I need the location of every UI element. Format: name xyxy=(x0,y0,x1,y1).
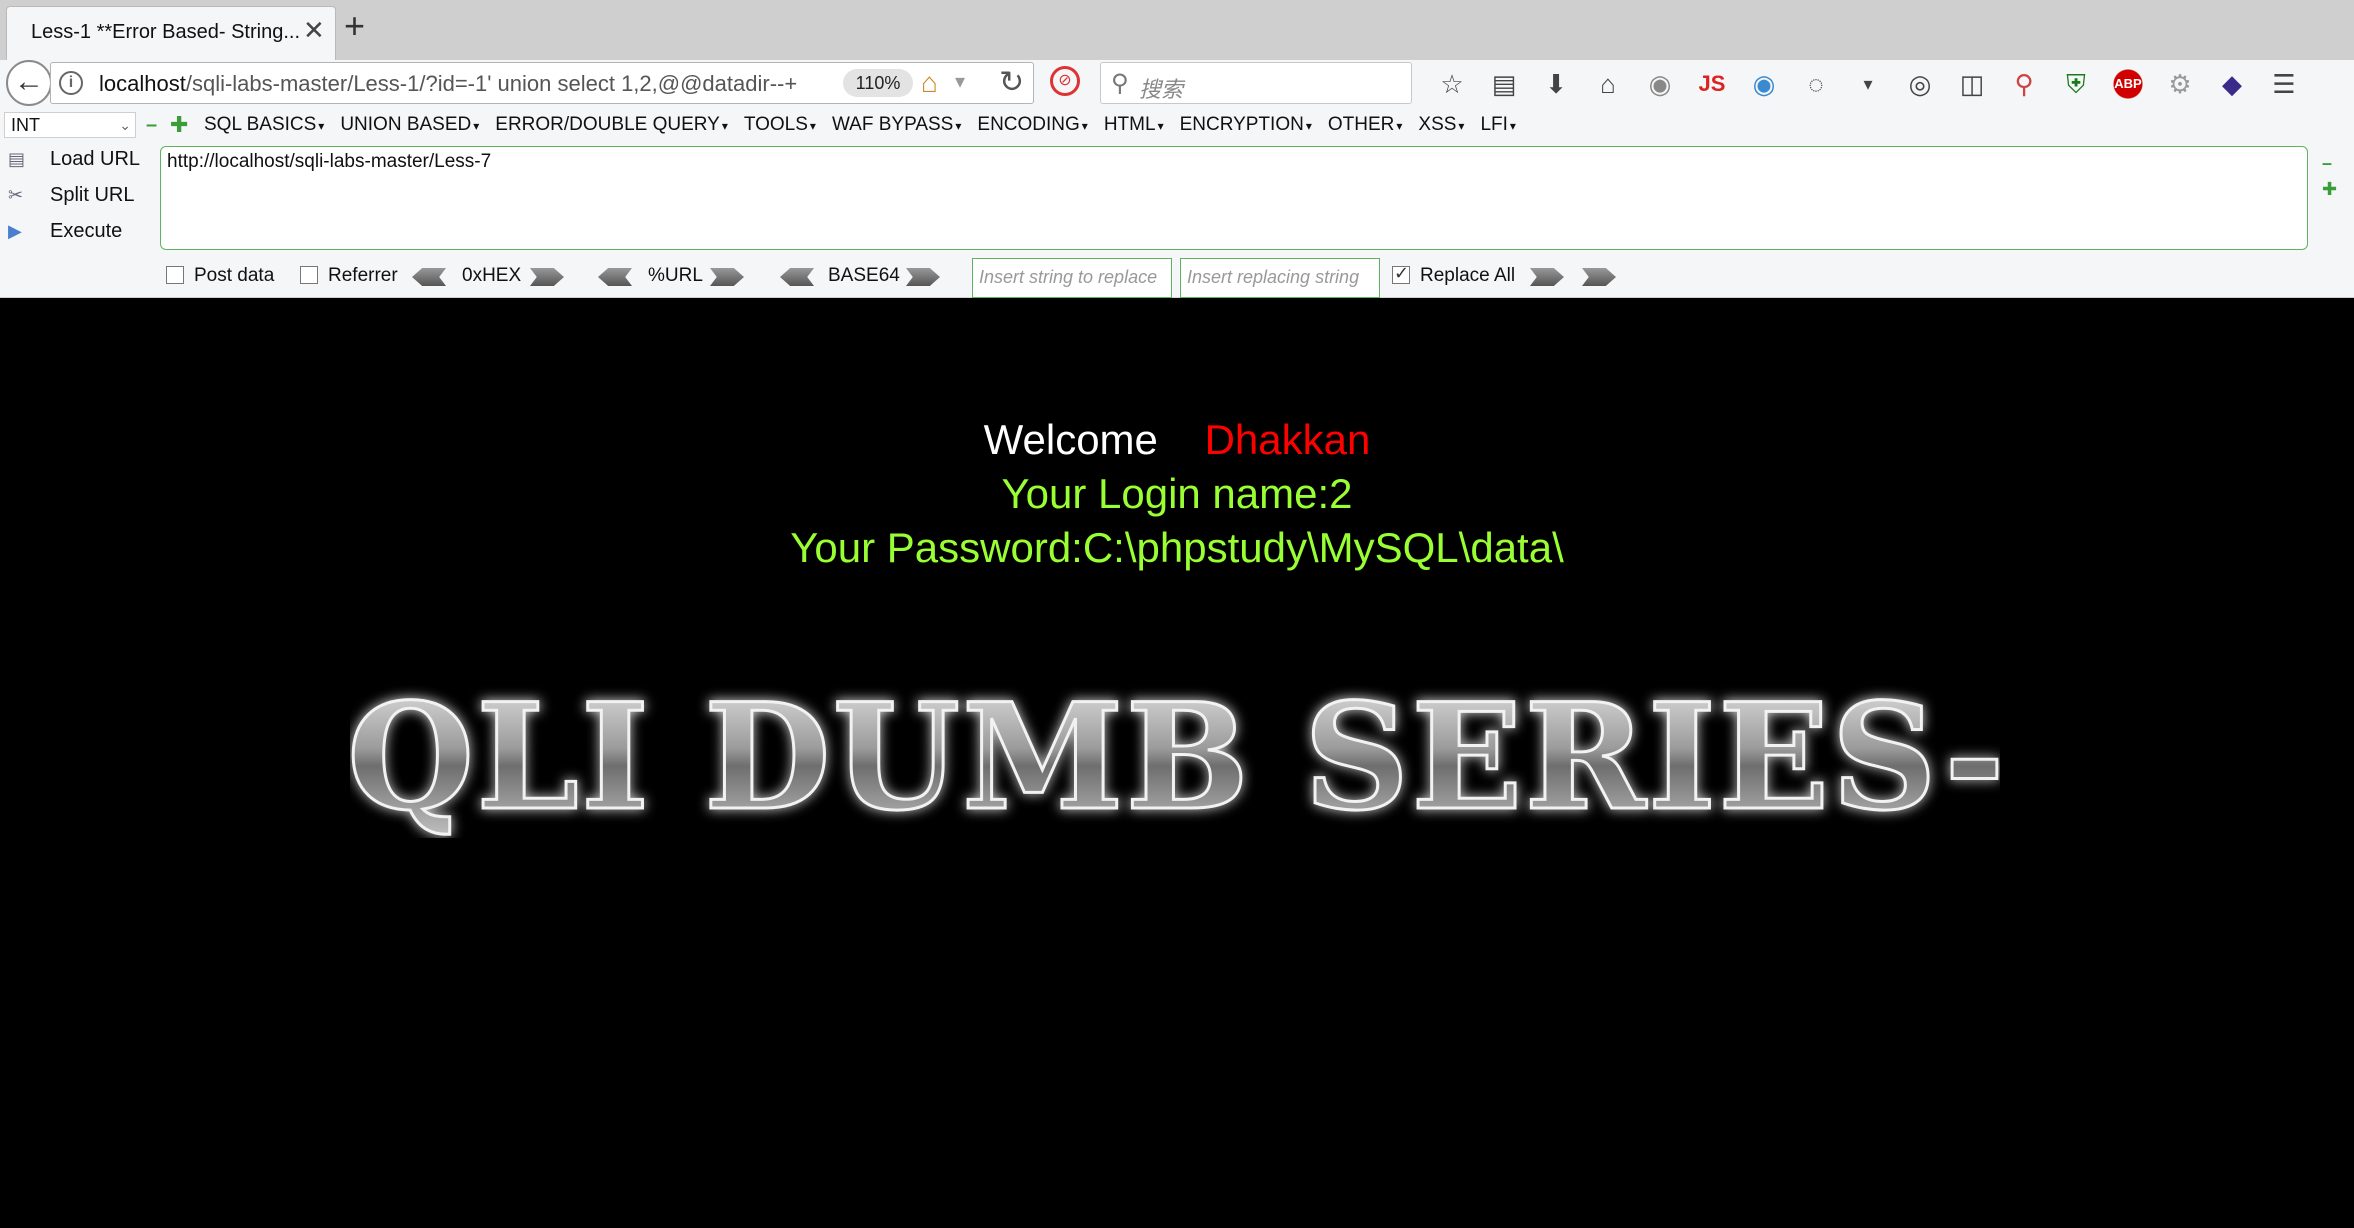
toolbar-icons: ☆ ▤ ⬇ ⌂ ◉ JS ◉ ◌ ▾ ◎ ◫ ⚲ ⛨ ABP ⚙ ◆ ☰ xyxy=(1426,64,2310,104)
hackbar-menu-tools[interactable]: TOOLS xyxy=(744,114,816,136)
back-arrow-icon[interactable]: ← xyxy=(6,60,52,106)
hackbar-side-tools: – ✚ xyxy=(2322,150,2337,202)
referrer-checkbox[interactable] xyxy=(300,266,318,284)
translate-icon[interactable]: ◉ xyxy=(1738,64,1790,104)
banner-text: SQLI DUMB SERIES-1 xyxy=(350,678,2000,838)
hackbar-menu: INT⌄ – ✚ SQL BASICS UNION BASED ERROR/DOUB… xyxy=(0,110,2354,140)
zoom-indicator[interactable]: 110% xyxy=(843,69,913,97)
login-name-line: Your Login name:2 xyxy=(1001,470,1353,517)
url-bar[interactable]: i localhost/sqli-labs-master/Less-1/?id=… xyxy=(50,62,1034,104)
tab-title: Less-1 **Error Based- String... xyxy=(31,21,300,43)
replace-from-input[interactable]: Insert string to replace xyxy=(972,258,1172,298)
hackbar-menu-xss[interactable]: XSS xyxy=(1418,114,1464,136)
shield-icon[interactable]: ⛨ xyxy=(2050,64,2102,104)
home-icon[interactable]: ⌂ xyxy=(1582,64,1634,104)
welcome-line: Welcome Dhakkan xyxy=(983,416,1371,463)
hex-decode-arrow[interactable] xyxy=(412,268,446,286)
hackbar-menu-encryption[interactable]: ENCRYPTION xyxy=(1180,114,1312,136)
password-line: Your Password:C:\phpstudy\MySQL\data\ xyxy=(790,524,1564,571)
eye-icon[interactable]: ◎ xyxy=(1894,64,1946,104)
close-tab-icon[interactable]: ✕ xyxy=(303,17,325,43)
chevron-down-icon: ⌄ xyxy=(119,117,131,133)
tab-active[interactable]: Less-1 **Error Based- String... ✕ xyxy=(6,6,336,60)
star-icon[interactable]: ☆ xyxy=(1426,64,1478,104)
hackbar-menu-sql-basics[interactable]: SQL BASICS xyxy=(204,114,324,136)
hackbar-menu-other[interactable]: OTHER xyxy=(1328,114,1403,136)
replace-to-input[interactable]: Insert replacing string xyxy=(1180,258,1380,298)
plus-icon[interactable]: ✚ xyxy=(2322,176,2337,202)
devices-icon[interactable]: ◫ xyxy=(1946,64,1998,104)
chevron-down-icon[interactable]: ▾ xyxy=(955,69,965,94)
hackbar-menu-waf-bypass[interactable]: WAF BYPASS xyxy=(832,114,961,136)
hackbar-menu-error-double-query[interactable]: ERROR/DOUBLE QUERY xyxy=(495,114,728,136)
magnifier-icon[interactable]: ⚲ xyxy=(1998,64,2050,104)
minus-icon[interactable]: – xyxy=(146,114,157,137)
url-label: %URL xyxy=(648,265,703,286)
home-icon[interactable]: ⌂ xyxy=(921,67,938,99)
type-select[interactable]: INT ⌄ xyxy=(4,112,136,138)
replace-all-checkbox[interactable] xyxy=(1392,263,1410,284)
url-textarea[interactable]: http://localhost/sqli-labs-master/Less-7 xyxy=(160,146,2308,250)
hex-label: 0xHEX xyxy=(462,265,522,286)
plus-icon[interactable]: ✚ xyxy=(170,112,188,138)
execute-button[interactable]: ▶ Execute xyxy=(8,220,122,243)
play-icon: ▶ xyxy=(8,221,22,241)
load-icon: ▤ xyxy=(8,149,26,169)
search-icon: ⚲ xyxy=(1111,70,1129,97)
base64-encode-arrow[interactable] xyxy=(906,268,940,286)
palette-icon[interactable]: ◌ xyxy=(1790,64,1842,104)
replace-all-label: Replace All xyxy=(1420,265,1516,286)
download-icon[interactable]: ⬇ xyxy=(1530,64,1582,104)
hackbar-menu-items: SQL BASICS UNION BASED ERROR/DOUBLE QUERY T… xyxy=(204,114,1516,136)
js-icon[interactable]: JS xyxy=(1686,64,1738,104)
search-placeholder: 搜索 xyxy=(1139,77,1184,102)
new-tab-button[interactable]: + xyxy=(344,8,365,44)
minus-icon[interactable]: – xyxy=(2322,150,2337,176)
url-encode-arrow[interactable] xyxy=(710,268,744,286)
split-url-button[interactable]: ✂ Split URL xyxy=(8,184,134,207)
menu-arrow-icon[interactable]: ▾ xyxy=(1842,64,1894,104)
search-bar[interactable]: ⚲ 搜索 xyxy=(1100,62,1412,104)
post-data-checkbox[interactable] xyxy=(166,266,184,284)
sqli-dumb-series-banner: SQLI DUMB SERIES-1 xyxy=(350,678,2000,838)
hackbar-panel: ▤ Load URL ✂ Split URL ▶ Execute http://loc… xyxy=(0,140,2354,298)
layers-icon[interactable]: ◆ xyxy=(2206,64,2258,104)
referrer-label: Referrer xyxy=(328,265,398,286)
hackbar-menu-html[interactable]: HTML xyxy=(1104,114,1164,136)
user-name: Dhakkan xyxy=(1204,416,1371,463)
replace-arrow[interactable] xyxy=(1530,268,1564,286)
hex-encode-arrow[interactable] xyxy=(530,268,564,286)
base64-decode-arrow[interactable] xyxy=(780,268,814,286)
info-icon[interactable]: i xyxy=(59,71,83,95)
hackbar-menu-encoding[interactable]: ENCODING xyxy=(977,114,1087,136)
block-icon[interactable]: ⊘ xyxy=(1050,66,1080,96)
reload-icon[interactable]: ↻ xyxy=(999,65,1024,100)
globe-icon[interactable]: ◉ xyxy=(1634,64,1686,104)
hackbar-menu-lfi[interactable]: LFI xyxy=(1480,114,1515,136)
post-data-label: Post data xyxy=(194,265,275,286)
tab-strip: Less-1 **Error Based- String... ✕ + xyxy=(0,0,2354,60)
reading-list-icon[interactable]: ▤ xyxy=(1478,64,1530,104)
scissors-icon: ✂ xyxy=(8,185,24,205)
url-text[interactable]: localhost/sqli-labs-master/Less-1/?id=-1… xyxy=(99,71,797,97)
hackbar-menu-union-based[interactable]: UNION BASED xyxy=(340,114,479,136)
url-decode-arrow[interactable] xyxy=(598,268,632,286)
load-url-button[interactable]: ▤ Load URL xyxy=(8,148,140,171)
abp-icon[interactable]: ABP xyxy=(2102,64,2154,104)
base64-label: BASE64 xyxy=(828,265,900,286)
hamburger-icon[interactable]: ☰ xyxy=(2258,64,2310,104)
gear-icon[interactable]: ⚙ xyxy=(2154,64,2206,104)
page-content: Welcome Dhakkan Your Login name:2 Your P… xyxy=(0,298,2354,1228)
replace-back-arrow[interactable] xyxy=(1582,268,1616,286)
